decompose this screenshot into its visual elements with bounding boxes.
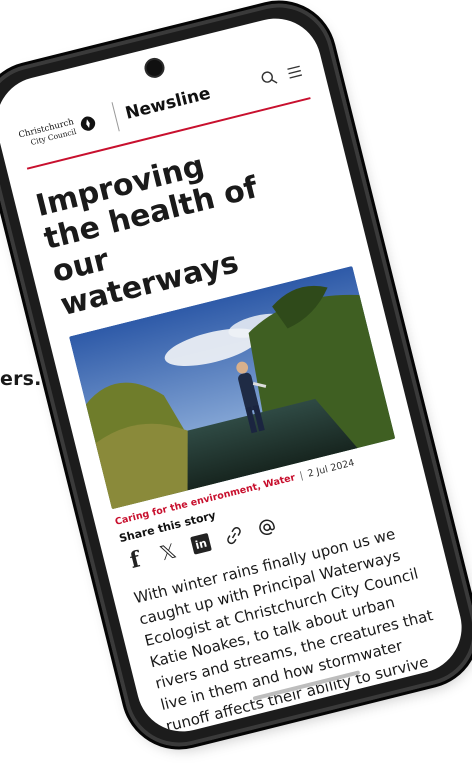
meta-separator: |	[298, 470, 305, 482]
page-content: Christchurch City Council Newsline Impro…	[0, 9, 471, 741]
council-emblem-icon	[80, 116, 95, 131]
phone-screen: Christchurch City Council Newsline Impro…	[0, 8, 472, 742]
x-icon[interactable]: 𝕏	[156, 538, 180, 565]
menu-icon[interactable]	[284, 61, 306, 83]
link-icon[interactable]	[222, 523, 246, 547]
background-text-fragment: ers.	[0, 368, 42, 390]
email-icon[interactable]	[255, 515, 279, 539]
council-logo[interactable]: Christchurch City Council	[18, 110, 112, 150]
phone-frame: Christchurch City Council Newsline Impro…	[0, 0, 472, 762]
linkedin-icon[interactable]: in	[189, 532, 213, 556]
header-divider	[111, 102, 120, 132]
facebook-icon[interactable]: f	[123, 546, 147, 574]
logo-text: Christchurch City Council	[18, 117, 77, 149]
search-icon[interactable]	[259, 67, 281, 89]
